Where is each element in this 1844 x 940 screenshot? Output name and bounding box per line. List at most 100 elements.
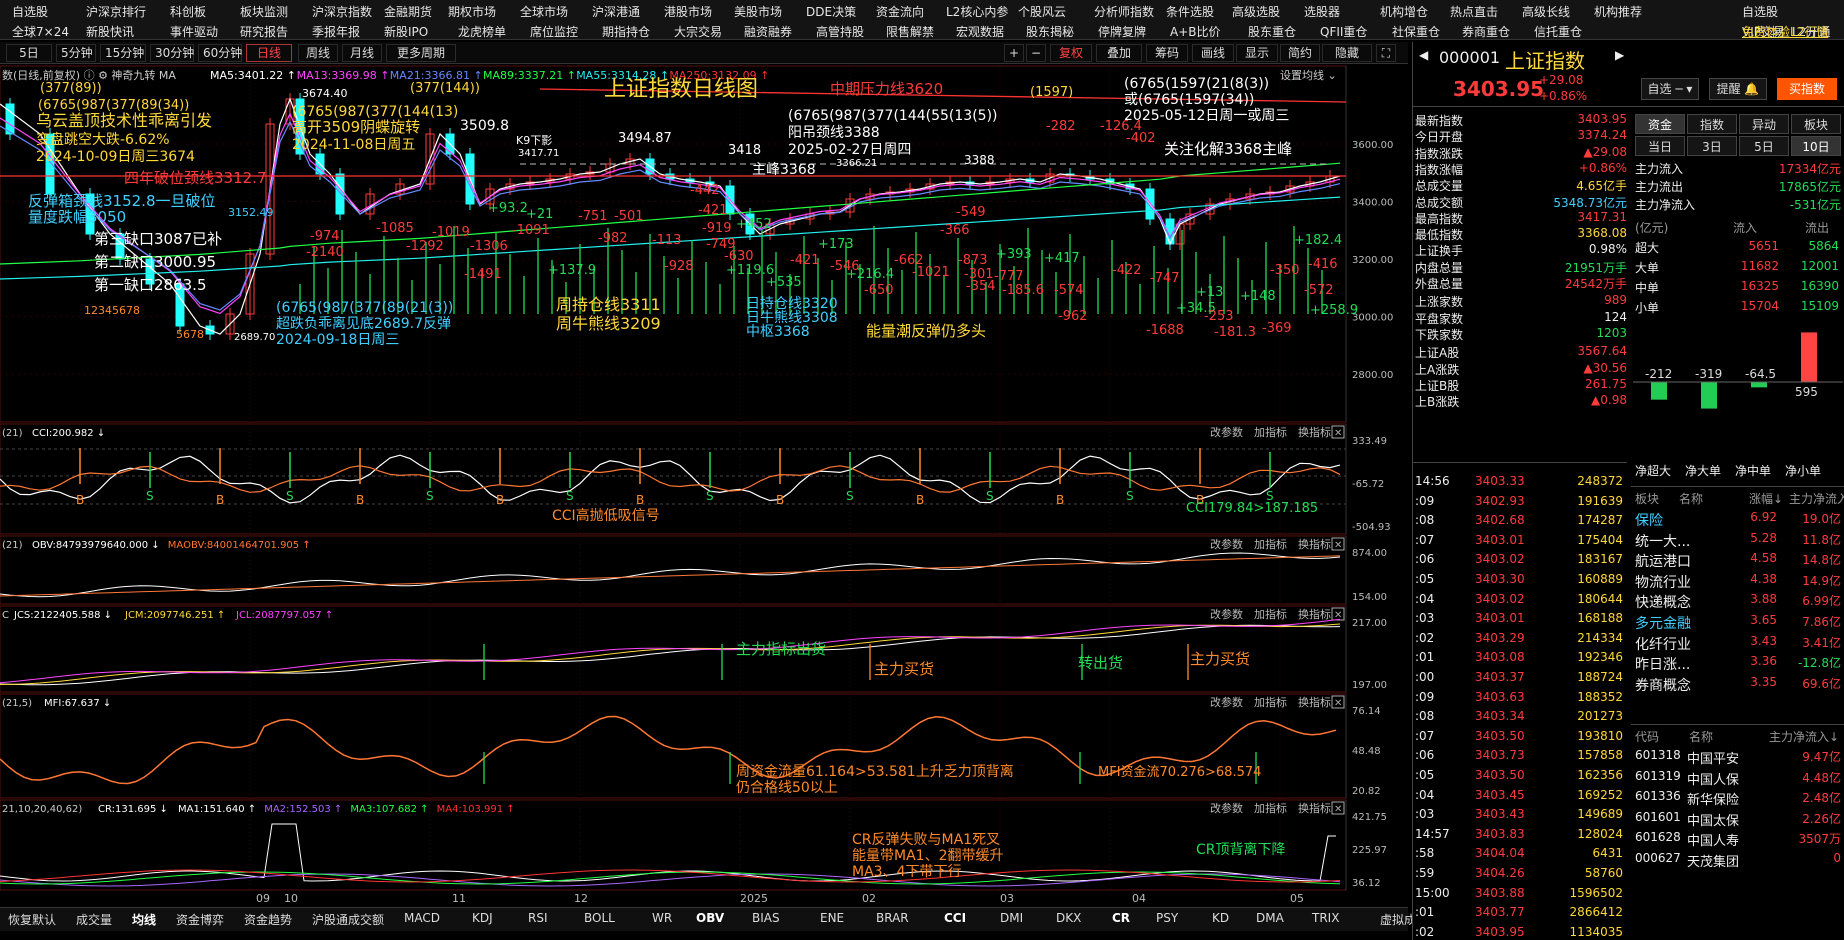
chart-tool-button[interactable]: 显示 xyxy=(1236,44,1278,62)
menu-item[interactable]: 金融期货 xyxy=(384,3,432,20)
indicator-tab[interactable]: 沪股通成交额 xyxy=(312,911,384,928)
panel-tool-link[interactable]: 加指标 xyxy=(1254,537,1287,551)
menu-item[interactable]: 信托重仓 xyxy=(1534,23,1582,40)
menu-item[interactable]: 融资融券 xyxy=(744,23,792,40)
indicator-tab[interactable]: TRIX xyxy=(1312,911,1339,925)
period-range-tab[interactable]: 10日 xyxy=(1791,136,1841,156)
chart-tool-button[interactable]: 叠加 xyxy=(1096,44,1142,62)
menu-item[interactable]: 机构增仓 xyxy=(1380,3,1428,20)
chart-tool-button[interactable]: 简约 xyxy=(1280,44,1320,62)
panel-close-icon[interactable]: ✕ xyxy=(1334,540,1342,551)
indicator-tab[interactable]: RSI xyxy=(528,911,548,925)
chart-tool-button[interactable]: 筹码 xyxy=(1146,44,1188,62)
panel-tool-link[interactable]: 加指标 xyxy=(1254,425,1287,439)
menu-item[interactable]: 事件驱动 xyxy=(170,23,218,40)
panel-close-icon[interactable]: ✕ xyxy=(1334,698,1342,709)
menu-item[interactable]: 新股快讯 xyxy=(86,23,134,40)
menu-item[interactable]: 股东重仓 xyxy=(1248,23,1296,40)
period-tab[interactable]: 周线 xyxy=(298,44,338,62)
fund-tab[interactable]: 板块 xyxy=(1791,114,1841,134)
menu-item[interactable]: 券商重仓 xyxy=(1462,23,1510,40)
period-tab[interactable]: 30分钟 xyxy=(150,44,194,62)
chart-tool-button[interactable]: 画线 xyxy=(1192,44,1234,62)
menu-item[interactable]: 自选股 xyxy=(12,3,48,20)
fullscreen-icon[interactable]: ⛶ xyxy=(1376,44,1396,62)
chart-tool-button[interactable]: 隐藏 xyxy=(1322,44,1372,62)
fund-tab[interactable]: 指数 xyxy=(1687,114,1737,134)
chart-tool-button[interactable]: − xyxy=(1026,44,1046,62)
menu-item[interactable]: 沪深港通 xyxy=(592,3,640,20)
menu-item[interactable]: 沪深京排行 xyxy=(86,3,146,20)
menu-item[interactable]: 席位监控 xyxy=(530,23,578,40)
panel-tool-link[interactable]: 换指标 xyxy=(1298,537,1331,551)
panel-tool-link[interactable]: 换指标 xyxy=(1298,425,1331,439)
menu-item[interactable]: 全球市场 xyxy=(520,3,568,20)
menu-item[interactable]: 科创板 xyxy=(170,3,206,20)
indicator-tab[interactable]: DKX xyxy=(1056,911,1081,925)
chart-tool-button[interactable]: 复权 xyxy=(1050,44,1092,62)
menu-item[interactable]: 美股市场 xyxy=(734,3,782,20)
indicator-tab[interactable]: PSY xyxy=(1156,911,1178,925)
panel-tool-link[interactable]: 改参数 xyxy=(1210,695,1243,709)
menu-item[interactable]: 沪深京指数 xyxy=(312,3,372,20)
period-tab[interactable]: 月线 xyxy=(342,44,382,62)
fund-tab[interactable]: 资金 xyxy=(1635,114,1685,134)
menu-item[interactable]: 研究报告 xyxy=(240,23,288,40)
free-l2-link[interactable]: 免费体验L2行情 xyxy=(1742,23,1828,40)
indicator-tab[interactable]: CCI xyxy=(944,911,966,925)
panel-tool-link[interactable]: 加指标 xyxy=(1254,607,1287,621)
menu-item[interactable]: 板块监测 xyxy=(240,3,288,20)
indicator-tab[interactable]: BRAR xyxy=(876,911,909,925)
menu-item[interactable]: 季报年报 xyxy=(312,23,360,40)
menu-item[interactable]: 机构推荐 xyxy=(1594,3,1642,20)
period-range-tab[interactable]: 当日 xyxy=(1635,136,1685,156)
indicator-tab[interactable]: OBV xyxy=(696,911,724,925)
indicator-tab[interactable]: 资金博弈 xyxy=(176,911,224,928)
chart-area[interactable]: 数(日线,前复权) ⓘ ⚙ 神奇九转 MA MA5:3401.22 ↑ MA13:3… xyxy=(0,64,1408,906)
indicator-tab[interactable]: KDJ xyxy=(472,911,493,925)
menu-item[interactable]: 热点直击 xyxy=(1450,3,1498,20)
indicator-tab[interactable]: MACD xyxy=(404,911,440,925)
period-tab[interactable]: 日线 xyxy=(246,44,292,62)
panel-tool-link[interactable]: 改参数 xyxy=(1210,607,1243,621)
menu-item[interactable]: 自选股 xyxy=(1742,3,1778,20)
panel-tool-link[interactable]: 换指标 xyxy=(1298,607,1331,621)
menu-item[interactable]: 期权市场 xyxy=(448,3,496,20)
indicator-tab[interactable]: 资金趋势 xyxy=(244,911,292,928)
panel-tool-link[interactable]: 换指标 xyxy=(1298,801,1331,815)
period-tab[interactable]: 更多周期 xyxy=(386,44,456,62)
menu-item[interactable]: 高级长线 xyxy=(1522,3,1570,20)
prev-stock-icon[interactable]: ◀ xyxy=(1419,48,1428,62)
panel-tool-link[interactable]: 改参数 xyxy=(1210,537,1243,551)
period-tab[interactable]: 15分钟 xyxy=(100,44,146,62)
panel-tool-link[interactable]: 改参数 xyxy=(1210,801,1243,815)
menu-item[interactable]: 分析师指数 xyxy=(1094,3,1154,20)
menu-item[interactable]: 全球7×24 xyxy=(12,23,69,40)
menu-item[interactable]: 高管持股 xyxy=(816,23,864,40)
menu-item[interactable]: 条件选股 xyxy=(1166,3,1214,20)
panel-close-icon[interactable]: ✕ xyxy=(1334,428,1342,439)
indicator-tab[interactable]: BOLL xyxy=(584,911,615,925)
period-tab[interactable]: 5分钟 xyxy=(56,44,96,62)
menu-item[interactable]: L2核心内参 xyxy=(946,3,1008,20)
indicator-tab[interactable]: 均线 xyxy=(132,911,156,928)
menu-item[interactable]: 大宗交易 xyxy=(674,23,722,40)
indicator-tab[interactable]: ENE xyxy=(820,911,844,925)
menu-item[interactable]: 选股器 xyxy=(1304,3,1340,20)
menu-item[interactable]: 股东揭秘 xyxy=(1026,23,1074,40)
panel-tool-link[interactable]: 换指标 xyxy=(1298,695,1331,709)
indicator-tab[interactable]: DMA xyxy=(1256,911,1284,925)
buy-index-button[interactable]: 买指数 xyxy=(1777,78,1837,100)
period-tab[interactable]: 5日 xyxy=(6,44,52,62)
panel-tool-link[interactable]: 加指标 xyxy=(1254,801,1287,815)
indicator-tab[interactable]: 成交量 xyxy=(76,911,112,928)
menu-item[interactable]: QFII重仓 xyxy=(1320,23,1367,40)
menu-item[interactable]: DDE决策 xyxy=(806,3,856,20)
period-range-tab[interactable]: 5日 xyxy=(1739,136,1789,156)
panel-tool-link[interactable]: 加指标 xyxy=(1254,695,1287,709)
indicator-tab[interactable]: DMI xyxy=(1000,911,1023,925)
menu-item[interactable]: 高级选股 xyxy=(1232,3,1280,20)
menu-item[interactable]: 个股风云 xyxy=(1018,3,1066,20)
menu-item[interactable]: 港股市场 xyxy=(664,3,712,20)
ma-setting-link[interactable]: 设置均线 ⌄ xyxy=(1280,68,1337,82)
